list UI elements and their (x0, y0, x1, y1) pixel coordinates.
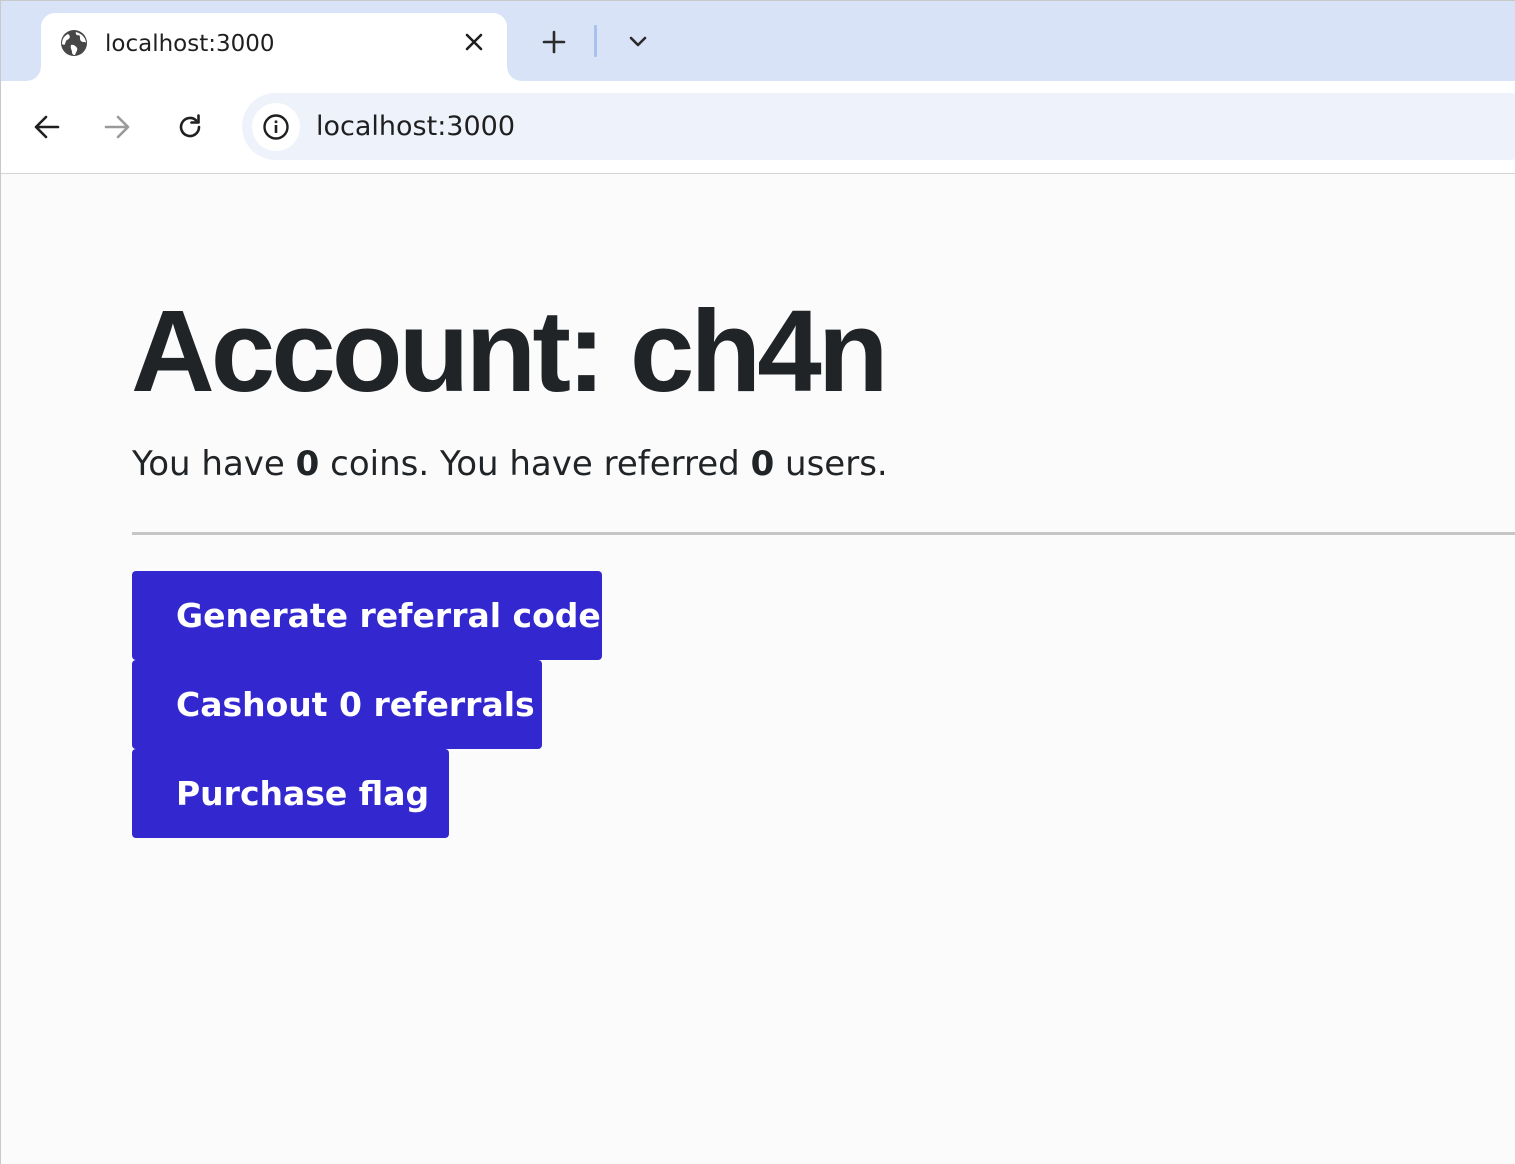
tab-search-button[interactable] (621, 25, 655, 59)
tab-corner-left (27, 67, 41, 81)
forward-button[interactable] (97, 107, 137, 147)
close-icon[interactable] (459, 27, 489, 57)
back-button[interactable] (27, 107, 67, 147)
plus-icon (542, 30, 566, 54)
globe-icon (59, 28, 89, 58)
arrow-right-icon (104, 115, 130, 139)
tab-strip: localhost:3000 (1, 1, 1515, 93)
browser-window: localhost:3000 localhost:3000 Account: c… (0, 0, 1515, 1164)
tab-title: localhost:3000 (105, 31, 275, 57)
info-icon (263, 114, 289, 140)
summary-text-3: users. (774, 444, 888, 484)
referral-count: 0 (750, 444, 775, 484)
new-tab-button[interactable] (537, 25, 571, 59)
account-summary: You have 0 coins. You have referred 0 us… (132, 442, 888, 486)
cashout-referrals-button[interactable]: Cashout 0 referrals (132, 660, 542, 749)
summary-text-2: coins. You have referred (319, 444, 751, 484)
url-text[interactable]: localhost:3000 (316, 111, 515, 143)
page-content: Account: ch4n You have 0 coins. You have… (1, 174, 1515, 1164)
address-bar[interactable]: localhost:3000 (242, 93, 1515, 160)
arrow-left-icon (34, 115, 60, 139)
divider (132, 532, 1515, 535)
tab-corner-right (507, 67, 521, 81)
coin-count: 0 (295, 444, 320, 484)
toolbar: localhost:3000 (1, 81, 1515, 174)
reload-button[interactable] (170, 107, 210, 147)
reload-icon (179, 114, 201, 138)
generate-referral-code-button[interactable]: Generate referral code (132, 571, 602, 660)
purchase-flag-button[interactable]: Purchase flag (132, 749, 449, 838)
summary-text-1: You have (132, 444, 296, 484)
chevron-down-icon (629, 36, 647, 47)
tab-separator (594, 25, 597, 57)
site-info-button[interactable] (252, 103, 300, 151)
page-title: Account: ch4n (131, 286, 889, 416)
